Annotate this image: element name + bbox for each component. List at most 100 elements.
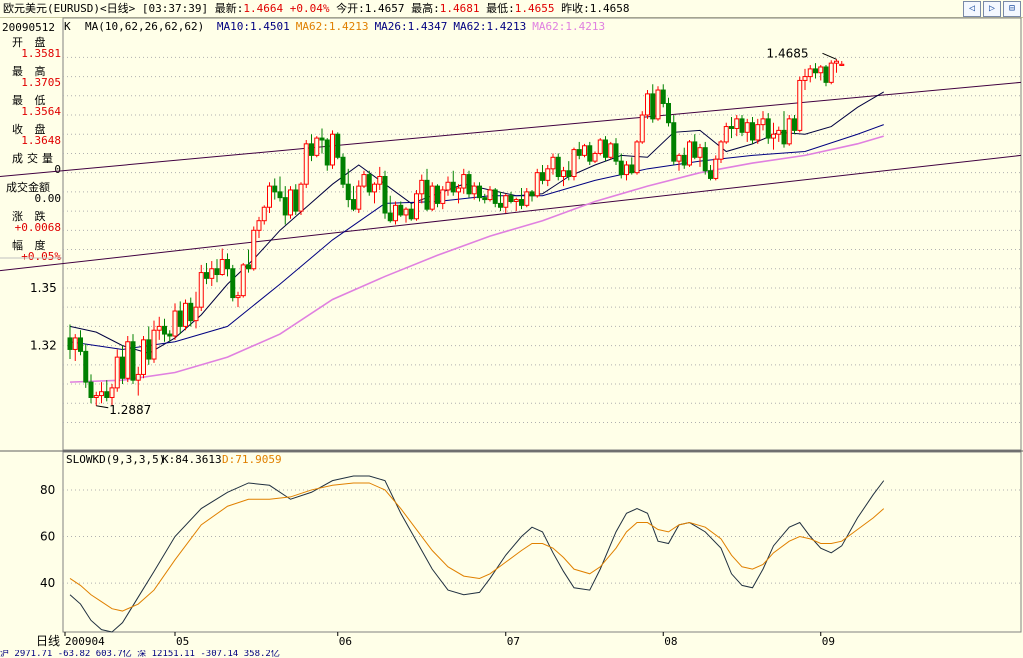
candle-body [403,208,409,216]
candle-body [340,156,346,185]
candle-body [246,264,251,270]
candle-body [823,66,829,83]
candle-body [104,391,110,398]
candle-body [78,337,83,352]
market-status-bar: 沪 2971.71 -63.82 603.7亿 深 12151.11 -307.… [0,650,280,658]
candle-body [676,154,682,162]
low-marker-line [96,405,109,409]
candle-body [660,89,666,104]
kd-tick-label: 80 [40,483,55,497]
date-tick-label: 05 [176,635,189,648]
candle-body [492,189,498,204]
candle-body [114,356,120,389]
candle-body [487,189,493,201]
indicator-pane-frame [62,451,1022,633]
candle-body [209,268,215,279]
date-tick-label: 200904 [65,635,105,648]
candle-body [723,126,729,143]
candle-body [309,143,314,156]
candle-body [335,133,341,158]
candle-body [503,195,509,208]
candle-body [786,118,792,145]
candle-body [193,306,199,322]
candle-body [146,339,152,360]
candlestick-chart[interactable]: 1.32 1.35 1.4685 1.2887 40 60 80 SLOWKD(9,3,3,5… [0,0,1023,650]
kd-tick-label: 40 [40,576,55,590]
kd-tick-label: 60 [40,530,55,544]
candle-body [650,93,656,120]
candle-body [251,229,257,270]
candle-body [366,174,372,193]
candle-body [818,66,824,74]
candle-body [356,185,362,210]
candle-body [435,185,440,204]
candle-body [592,152,598,162]
candle-body [151,329,157,360]
candle-body [555,156,561,178]
price-tick-label: 1.35 [30,281,57,295]
candle-body [524,191,530,206]
candle-body [519,199,524,206]
candle-body [639,114,645,143]
candle-body [393,204,398,222]
candle-body [702,147,708,172]
candle-body [739,118,745,133]
candle-body [582,145,587,156]
candle-body [540,172,545,181]
candle-body [645,93,650,116]
candle-body [382,176,388,214]
candle-body [109,387,115,398]
candle-body [566,170,572,178]
candle-body [314,137,320,156]
candle-body [440,189,446,204]
candle-body [330,133,335,166]
candle-body [477,185,482,199]
candle-body [387,212,393,222]
candle-body [750,122,755,141]
candle-body [88,381,94,398]
candle-body [167,333,173,337]
chart-window: 欧元美元(EURUSD)<日线> [03:37:39] 最新:1.4664 +0… [0,0,1023,658]
candle-body [498,202,503,208]
candle-body [807,68,813,78]
candle-body [372,183,377,193]
candle-body [261,206,267,222]
candle-body [718,141,724,160]
candle-body [666,102,671,124]
candle-body [471,185,477,195]
candle-body [303,143,309,185]
kd-d-line [69,482,885,612]
candle-body [130,341,136,381]
candle-body [613,143,619,162]
candle-body [188,302,194,322]
high-annotation: 1.4685 [767,46,809,60]
candle-body [450,181,456,193]
candle-body [398,204,404,216]
candle-body [183,302,188,327]
candle-body [629,164,635,174]
candle-body [93,395,99,398]
candle-body [697,147,703,158]
candle-body [361,174,367,187]
candle-body [198,272,204,308]
date-tick-label: 08 [664,635,677,648]
candle-body [534,172,540,197]
candle-body [204,272,209,279]
kd-legend-k: K:84.3613 [162,453,222,466]
candle-body [802,76,808,81]
candle-body [561,170,566,178]
candle-body [377,176,383,185]
candle-body [671,122,677,162]
candle-body [319,137,325,141]
candle-body [634,141,640,174]
candle-body [624,164,629,176]
candle-body [235,295,241,299]
date-tick-label: 09 [822,635,835,648]
candle-body [828,62,834,83]
candle-body [156,325,162,331]
candle-body [414,193,419,220]
candle-body [282,197,288,216]
candle-body [162,325,167,335]
candle-body [345,183,351,201]
candle-body [135,373,141,381]
